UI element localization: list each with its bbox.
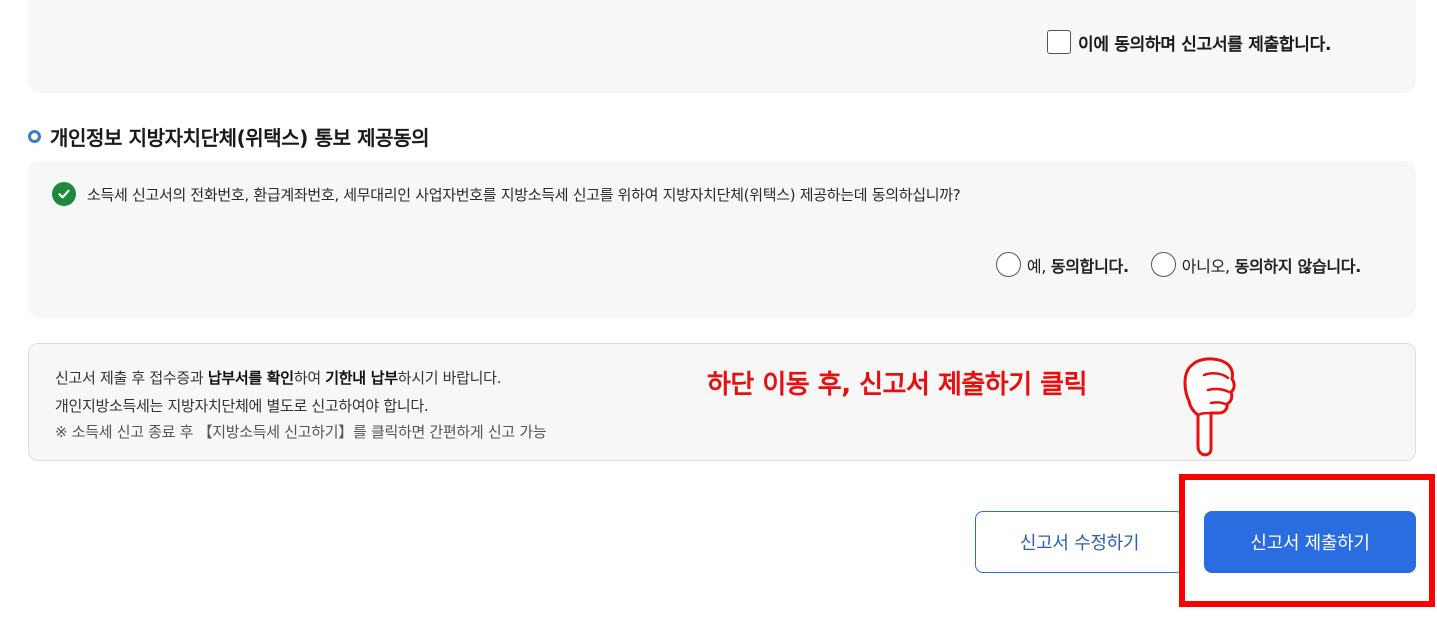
consent-yes-label: 동의합니다. <box>1050 256 1129 276</box>
notice-emphasis: 납부서를 확인 <box>207 369 294 387</box>
consent-no-label: 동의하지 않습니다. <box>1234 256 1362 276</box>
section-heading: 개인정보 지방자치단체(위택스) 통보 제공동의 <box>28 121 430 151</box>
notice-line-local-tax: 개인지방소득세는 지방자치단체에 별도로 신고하여야 합니다. <box>55 397 429 415</box>
submit-consent-label: 이에 동의하며 신고서를 제출합니다. <box>1078 34 1332 55</box>
ring-bullet-icon <box>28 129 41 143</box>
annotation-instruction: 하단 이동 후, 신고서 제출하기 클릭 <box>707 370 1088 400</box>
notice-text: 하시기 바랍니다. <box>397 369 502 387</box>
consent-question-text: 소득세 신고서의 전화번호, 환급계좌번호, 세무대리인 사업자번호를 지방소득… <box>87 185 961 204</box>
checkmark-icon <box>58 189 70 199</box>
submit-consent-checkbox[interactable] <box>1047 30 1071 54</box>
edit-return-button[interactable]: 신고서 수정하기 <box>975 511 1184 573</box>
privacy-consent-panel: 소득세 신고서의 전화번호, 환급계좌번호, 세무대리인 사업자번호를 지방소득… <box>28 161 1416 318</box>
pointing-hand-down-icon <box>1183 357 1236 457</box>
notice-text: 하여 <box>293 369 326 387</box>
submit-consent-row[interactable]: 이에 동의하며 신고서를 제출합니다. <box>1047 29 1331 55</box>
consent-yes-prefix: 예, <box>1026 256 1051 276</box>
notice-text: 신고서 제출 후 접수증과 <box>55 369 208 387</box>
consent-radio-group: 예, 동의합니다. 아니오, 동의하지 않습니다. <box>995 252 1362 277</box>
consent-yes-option[interactable]: 예, 동의합니다. <box>995 252 1129 277</box>
consent-no-option[interactable]: 아니오, 동의하지 않습니다. <box>1150 252 1362 277</box>
consent-no-prefix: 아니오, <box>1181 256 1235 276</box>
section-title: 개인정보 지방자치단체(위택스) 통보 제공동의 <box>50 125 430 150</box>
consent-yes-radio[interactable] <box>995 252 1021 277</box>
notice-line-tip: ※ 소득세 신고 종료 후 【지방소득세 신고하기】를 클릭하면 간편하게 신고… <box>55 423 547 441</box>
check-circle-icon <box>52 182 76 206</box>
consent-no-radio[interactable] <box>1150 252 1176 277</box>
consent-question: 소득세 신고서의 전화번호, 환급계좌번호, 세무대리인 사업자번호를 지방소득… <box>52 182 961 206</box>
notice-emphasis: 기한내 납부 <box>325 369 398 387</box>
submit-return-button[interactable]: 신고서 제출하기 <box>1204 511 1416 573</box>
notice-line-payment: 신고서 제출 후 접수증과 납부서를 확인하여 기한내 납부하시기 바랍니다. <box>55 367 501 388</box>
